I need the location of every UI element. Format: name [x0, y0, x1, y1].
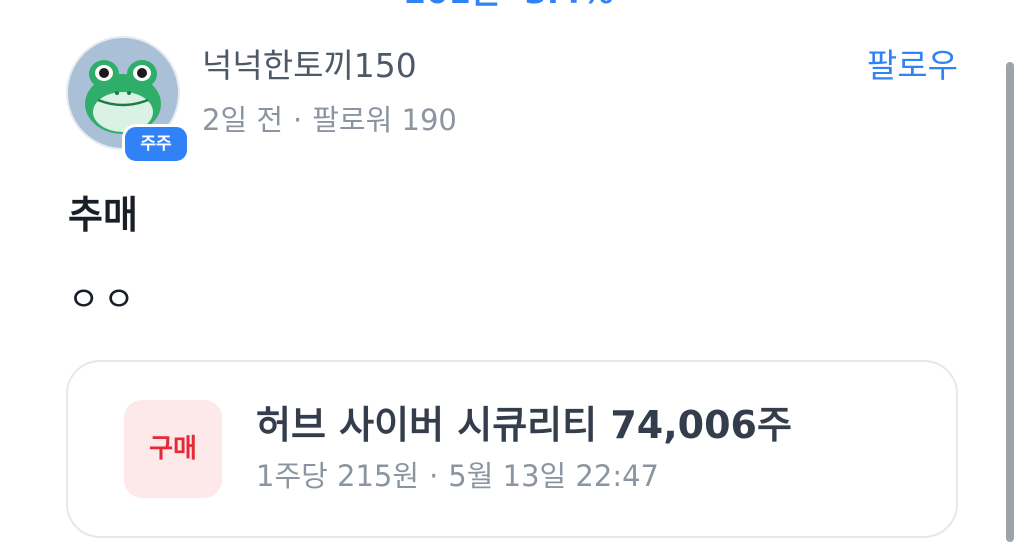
- author-meta: 2일 전 · 팔로워 190: [202, 102, 457, 138]
- author-username[interactable]: 넉넉한토끼150: [202, 46, 417, 86]
- price-change-text: 201원 -3.4%: [404, 0, 613, 8]
- post-body: ㅇㅇ: [68, 280, 139, 320]
- trade-card[interactable]: 구매 허브 사이버 시큐리티 74,006주 1주당 215원 · 5월 13일 2…: [66, 360, 958, 538]
- post-detail-page: 201원 -3.4% 주주 넉넉한토끼150 2일 전·팔로워 190 팔로우 …: [0, 0, 1024, 542]
- trade-title: 허브 사이버 시큐리티 74,006주: [256, 403, 792, 447]
- buy-badge: 구매: [124, 400, 222, 498]
- posted-time: 2일 전: [202, 103, 284, 137]
- trade-separator: ·: [429, 459, 439, 493]
- follow-button[interactable]: 팔로우: [867, 46, 958, 86]
- trade-details: 1주당 215원 · 5월 13일 22:47: [256, 458, 659, 494]
- meta-separator: ·: [293, 103, 303, 137]
- price-per-share: 1주당 215원: [256, 459, 420, 493]
- follower-count: 팔로워 190: [312, 103, 457, 137]
- post-title: 추매: [68, 193, 138, 237]
- trade-datetime: 5월 13일 22:47: [448, 459, 660, 493]
- scrollbar[interactable]: [1006, 62, 1014, 542]
- shareholder-badge: 주주: [122, 124, 190, 164]
